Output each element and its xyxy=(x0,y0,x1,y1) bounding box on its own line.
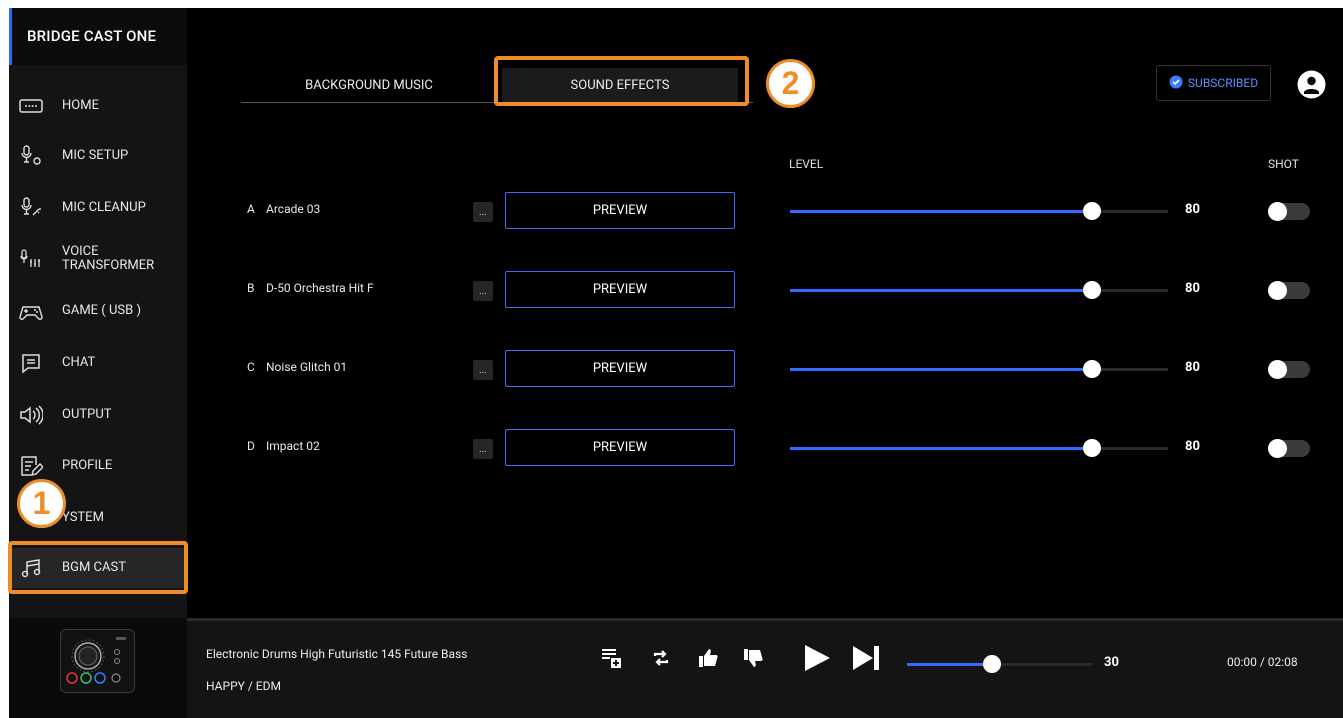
playback-time: 00:00 / 02:08 xyxy=(1227,655,1298,669)
subscribed-label: SUBSCRIBED xyxy=(1187,76,1259,90)
level-slider[interactable] xyxy=(790,439,1168,457)
preview-label: PREVIEW xyxy=(592,203,648,218)
thumbs-up-icon[interactable] xyxy=(697,643,719,673)
shot-toggle[interactable] xyxy=(1268,360,1310,379)
sidebar-item-mic-setup[interactable]: MIC SETUP xyxy=(9,136,187,176)
sidebar-item-voice-transformer[interactable]: VOICE TRANSFORMER xyxy=(9,239,187,279)
subscribed-badge[interactable]: SUBSCRIBED xyxy=(1156,65,1271,101)
sidebar-item-label: VOICE TRANSFORMER xyxy=(62,244,155,273)
preview-label: PREVIEW xyxy=(592,361,648,376)
preview-button[interactable]: PREVIEW xyxy=(505,192,735,229)
level-value: 80 xyxy=(1185,439,1200,454)
sidebar-item-label: MIC CLEANUP xyxy=(62,200,146,215)
sidebar-item-chat[interactable]: CHAT xyxy=(9,343,187,383)
add-to-playlist-icon[interactable] xyxy=(600,643,622,673)
effect-name: Noise Glitch 01 xyxy=(266,360,348,374)
level-slider-fill xyxy=(790,289,1093,292)
shot-toggle[interactable] xyxy=(1268,202,1310,221)
effect-name: D-50 Orchestra Hit F xyxy=(266,281,374,295)
mic-gear-icon xyxy=(19,144,43,168)
thumbs-down-icon[interactable] xyxy=(742,643,764,673)
level-slider-fill xyxy=(790,210,1093,213)
player-volume-slider[interactable] xyxy=(907,655,1092,673)
player-volume-thumb[interactable] xyxy=(983,655,1002,673)
preview-label: PREVIEW xyxy=(592,440,648,455)
sidebar-item-label: GAME ( USB ) xyxy=(62,303,141,318)
sidebar-item-output[interactable]: OUTPUT xyxy=(9,395,187,435)
level-slider-thumb[interactable] xyxy=(1083,360,1102,378)
level-slider-thumb[interactable] xyxy=(1083,281,1102,299)
sidebar-item-home[interactable]: HOME xyxy=(9,86,187,126)
sidebar: HOME MIC SETUP MIC CLEANUP VOICE TRANSFO… xyxy=(9,65,187,718)
account-icon[interactable] xyxy=(1297,70,1326,103)
profile-edit-icon xyxy=(19,454,43,478)
gamepad-icon xyxy=(19,299,43,323)
play-icon[interactable] xyxy=(802,643,832,673)
preview-button[interactable]: PREVIEW xyxy=(505,350,735,387)
more-options-button[interactable]: ... xyxy=(473,202,493,222)
shot-column-header: SHOT xyxy=(1268,157,1299,171)
preview-button[interactable]: PREVIEW xyxy=(505,271,735,308)
now-playing-genre: HAPPY / EDM xyxy=(206,679,281,693)
more-options-button[interactable]: ... xyxy=(473,439,493,459)
mic-sparkle-icon xyxy=(19,196,43,220)
sidebar-item-mic-cleanup[interactable]: MIC CLEANUP xyxy=(9,188,187,228)
preview-label: PREVIEW xyxy=(592,282,648,297)
level-slider[interactable] xyxy=(790,281,1168,299)
sidebar-item-label: HOME xyxy=(62,98,99,113)
level-value: 80 xyxy=(1185,360,1200,375)
more-options-button[interactable]: ... xyxy=(473,281,493,301)
level-slider-thumb[interactable] xyxy=(1083,439,1102,457)
highlight-sound-effects xyxy=(494,56,749,106)
preview-button[interactable]: PREVIEW xyxy=(505,429,735,466)
level-slider-fill xyxy=(790,447,1093,450)
level-value: 80 xyxy=(1185,281,1200,296)
shot-toggle[interactable] xyxy=(1268,439,1310,458)
more-options-button[interactable]: ... xyxy=(473,360,493,380)
callout-1: 1 xyxy=(17,479,66,528)
speaker-icon xyxy=(19,403,43,427)
player-volume-fill xyxy=(907,663,993,666)
sidebar-item-game-usb[interactable]: GAME ( USB ) xyxy=(9,291,187,331)
effect-name: Arcade 03 xyxy=(266,202,321,216)
effect-slot-letter: B xyxy=(247,281,255,295)
highlight-bgm-cast xyxy=(8,541,188,594)
check-circle-icon xyxy=(1169,75,1183,92)
level-slider-thumb[interactable] xyxy=(1083,202,1102,220)
mic-sliders-icon xyxy=(19,247,43,271)
sidebar-item-label: OUTPUT xyxy=(62,407,112,422)
main-panel: BACKGROUND MUSIC SOUND EFFECTS SUBSCRIBE… xyxy=(187,8,1343,618)
device-image[interactable] xyxy=(60,629,135,693)
level-column-header: LEVEL xyxy=(789,157,824,171)
effect-slot-letter: A xyxy=(247,202,255,216)
skip-next-icon[interactable] xyxy=(851,643,881,673)
player-bar: Electronic Drums High Futuristic 145 Fut… xyxy=(187,618,1343,718)
effect-name: Impact 02 xyxy=(266,439,320,453)
player-volume-value: 30 xyxy=(1104,655,1119,670)
effect-slot-letter: D xyxy=(247,439,255,453)
tab-label: BACKGROUND MUSIC xyxy=(305,77,433,93)
sidebar-item-label: MIC SETUP xyxy=(62,148,129,163)
callout-2: 2 xyxy=(766,59,815,108)
sidebar-item-label: YSTEM xyxy=(62,510,104,525)
tab-background-music[interactable]: BACKGROUND MUSIC xyxy=(241,68,497,102)
now-playing-title: Electronic Drums High Futuristic 145 Fut… xyxy=(206,647,468,661)
repeat-icon[interactable] xyxy=(651,643,671,673)
app-title-bar: BRIDGE CAST ONE xyxy=(9,8,187,65)
level-value: 80 xyxy=(1185,202,1200,217)
app-title: BRIDGE CAST ONE xyxy=(27,27,157,45)
sidebar-item-label: PROFILE xyxy=(62,458,113,473)
shot-toggle[interactable] xyxy=(1268,281,1310,300)
level-slider-fill xyxy=(790,368,1093,371)
effect-slot-letter: C xyxy=(247,360,255,374)
app-window: BRIDGE CAST ONE HOME MIC SETUP MIC CLEAN… xyxy=(9,8,1343,718)
sidebar-item-label: CHAT xyxy=(62,355,96,370)
level-slider[interactable] xyxy=(790,360,1168,378)
chat-icon xyxy=(19,351,43,375)
level-slider[interactable] xyxy=(790,202,1168,220)
keyboard-icon xyxy=(19,94,43,118)
